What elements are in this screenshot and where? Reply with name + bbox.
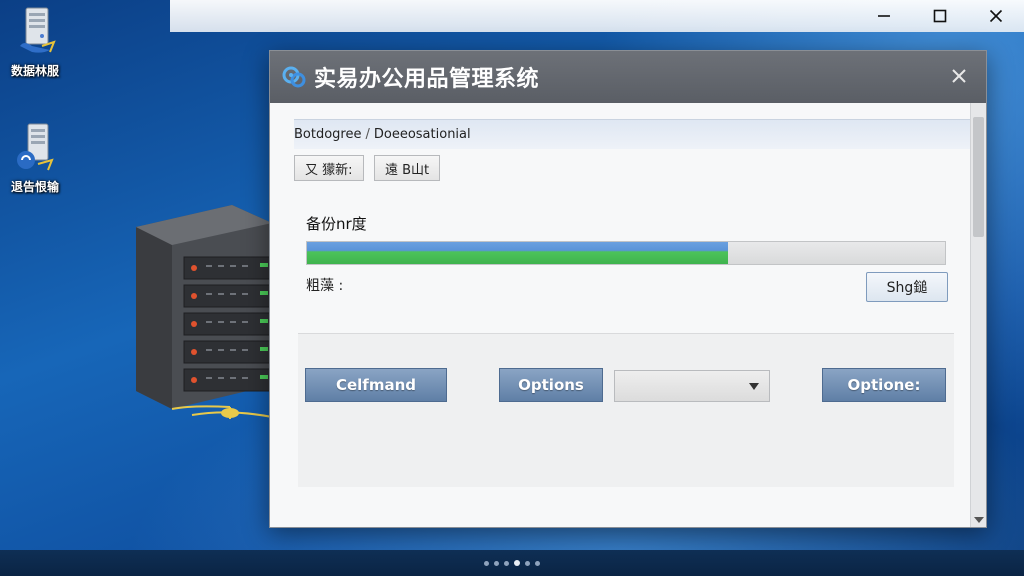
progress-fill [307, 242, 729, 264]
options-button[interactable]: Options [499, 368, 603, 402]
breadcrumb: Botdogree / Doeeosationial [294, 119, 970, 149]
top-window-strip [170, 0, 1024, 32]
page-dot[interactable] [504, 560, 509, 566]
page-dot[interactable] [525, 560, 530, 566]
page-dot[interactable] [484, 560, 489, 566]
server-database-icon [12, 6, 58, 58]
close-window-button[interactable] [968, 0, 1024, 32]
server-report-icon [12, 122, 58, 174]
chevron-down-icon [749, 383, 759, 390]
desktop-icon-label: 退告恨输 [10, 180, 59, 194]
maximize-icon [933, 9, 947, 23]
status-label: 粗藻 : [306, 278, 344, 294]
options-dropdown[interactable] [614, 370, 770, 402]
page-dot[interactable] [535, 560, 540, 566]
server-illustration [132, 205, 292, 435]
close-icon [952, 69, 966, 83]
page-dot[interactable] [494, 560, 499, 566]
minimize-button[interactable] [856, 0, 912, 32]
desktop-icon-label: 数据林服 [10, 64, 59, 78]
progress-bar [306, 241, 946, 265]
dialog-close-button[interactable] [948, 65, 970, 87]
desktop-icon-report[interactable]: 退告恨输 [0, 122, 70, 195]
page-indicator-dots [484, 560, 540, 566]
app-dialog: 实易办公用品管理系统 Botdogree / Doeeosationial 又 … [269, 50, 987, 528]
segment-button-2[interactable]: 遠 B山t [374, 155, 441, 181]
maximize-button[interactable] [912, 0, 968, 32]
segment-button-1[interactable]: 又 獴新: [294, 155, 364, 181]
dialog-scrollbar[interactable] [970, 103, 986, 527]
close-icon [989, 9, 1003, 23]
dialog-title-bar[interactable]: 实易办公用品管理系统 [270, 51, 986, 103]
command-button[interactable]: Celfmand [305, 368, 447, 402]
page-dot[interactable] [514, 560, 520, 566]
breadcrumb-item[interactable]: Botdogree [294, 127, 361, 142]
status-button[interactable]: Shg鎚 [866, 272, 948, 302]
taskbar [0, 550, 1024, 576]
progress-label: 备份nr度 [306, 215, 367, 233]
scroll-down-icon[interactable] [974, 517, 984, 523]
options-secondary-button[interactable]: Optione: [822, 368, 946, 402]
minimize-icon [878, 15, 890, 17]
action-panel: Celfmand Options Optione: [298, 333, 954, 487]
breadcrumb-separator: / [365, 127, 370, 142]
scrollbar-thumb[interactable] [973, 117, 984, 237]
breadcrumb-item[interactable]: Doeeosationial [374, 127, 471, 142]
dialog-title: 实易办公用品管理系统 [314, 67, 540, 92]
app-logo-icon [282, 66, 306, 88]
desktop-icon-database[interactable]: 数据林服 [0, 6, 70, 79]
